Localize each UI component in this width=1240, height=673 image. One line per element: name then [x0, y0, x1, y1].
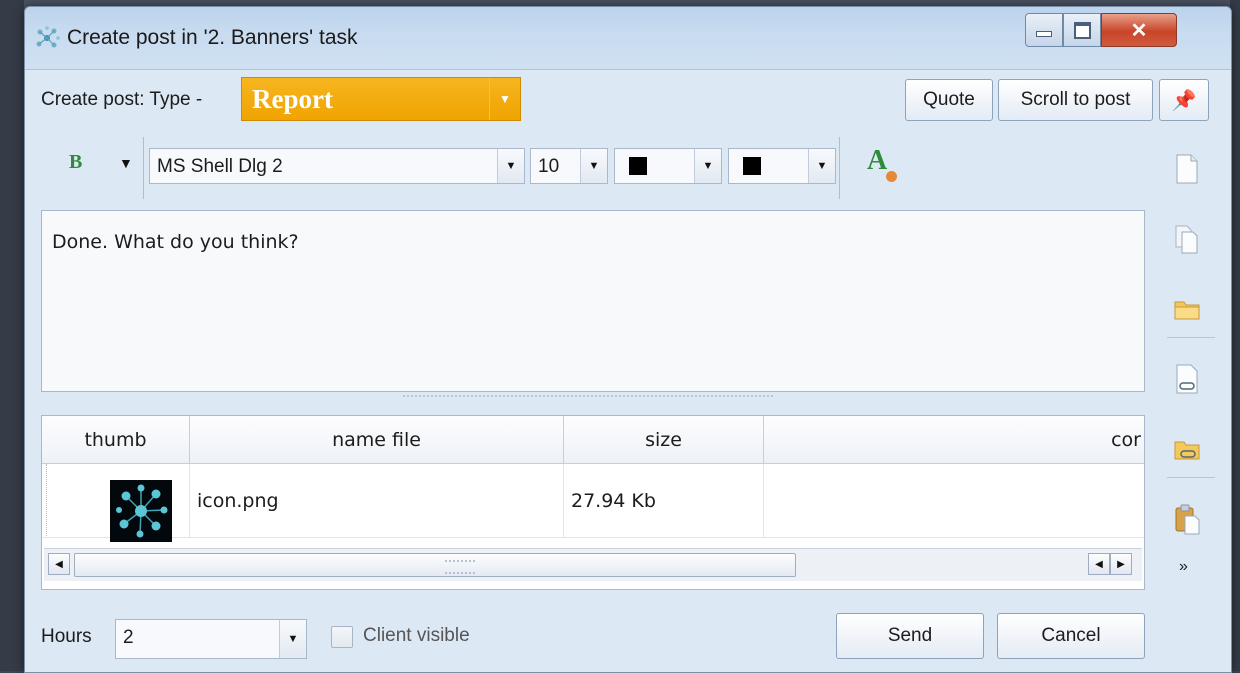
scrollbar-grip: [445, 560, 475, 574]
cancel-button[interactable]: Cancel: [997, 613, 1145, 659]
hours-input[interactable]: 2 ▼: [115, 619, 307, 659]
font-color-select[interactable]: ▼: [614, 148, 722, 184]
copy-icon[interactable]: [1173, 223, 1201, 255]
quote-button[interactable]: Quote: [905, 79, 993, 121]
pin-icon: 📌: [1171, 89, 1197, 112]
font-size-value: 10: [538, 156, 560, 177]
table-cell-name-file[interactable]: icon.png: [190, 464, 564, 538]
more-chevron-icon[interactable]: »: [1179, 558, 1188, 576]
title-bar[interactable]: Create post in '2. Banners' task ✕: [25, 7, 1231, 70]
desktop-background-left: [0, 0, 24, 671]
hours-value: 2: [123, 627, 134, 648]
side-toolbar-separator: [1167, 477, 1215, 478]
bold-dropdown-icon[interactable]: ▼: [119, 155, 133, 171]
minimize-button[interactable]: [1025, 13, 1063, 47]
font-name-select[interactable]: MS Shell Dlg 2 ▼: [149, 148, 525, 184]
scrollbar-thumb[interactable]: [74, 553, 796, 577]
chevron-down-icon: ▼: [808, 149, 835, 183]
attachments-table: thumb name file size cor icon.png 27.94 …: [41, 415, 1145, 590]
chevron-down-icon: ▼: [580, 149, 607, 183]
open-folder-icon[interactable]: [1173, 293, 1201, 325]
maximize-icon: [1073, 21, 1091, 39]
attach-link-icon[interactable]: [1173, 363, 1201, 395]
thumbnail-image: [110, 480, 172, 542]
chevron-down-icon: ▼: [497, 149, 524, 183]
app-logo-icon: [36, 26, 60, 48]
column-header-thumb[interactable]: thumb: [42, 416, 190, 464]
font-size-select[interactable]: 10 ▼: [530, 148, 608, 184]
font-style-dot: [886, 171, 897, 182]
toolbar-separator: [839, 137, 840, 199]
scroll-left-icon[interactable]: ◀: [1088, 553, 1110, 575]
font-name-value: MS Shell Dlg 2: [157, 156, 283, 177]
post-type-value: Report: [252, 84, 333, 114]
send-button[interactable]: Send: [836, 613, 984, 659]
close-button[interactable]: ✕: [1101, 13, 1177, 47]
folder-link-icon[interactable]: [1173, 433, 1201, 465]
column-header-comment[interactable]: cor: [764, 416, 1144, 464]
table-cell-comment[interactable]: [764, 464, 1144, 538]
table-cell-size[interactable]: 27.94 Kb: [564, 464, 764, 538]
font-style-icon[interactable]: A: [867, 145, 887, 177]
minimize-icon: [1036, 31, 1052, 37]
bold-button[interactable]: B: [69, 151, 82, 174]
highlight-color-swatch: [743, 157, 761, 175]
post-text-editor[interactable]: Done. What do you think?: [41, 210, 1145, 392]
paste-icon[interactable]: [1173, 503, 1201, 535]
highlight-color-select[interactable]: ▼: [728, 148, 836, 184]
toolbar-separator: [143, 137, 144, 199]
create-post-dialog: Create post in '2. Banners' task ✕ Creat…: [24, 6, 1232, 673]
post-type-select[interactable]: Report ▼: [241, 77, 521, 121]
chevron-down-icon: ▼: [279, 620, 306, 658]
side-toolbar-separator: [1167, 337, 1215, 338]
pin-button[interactable]: 📌: [1159, 79, 1209, 121]
column-header-size[interactable]: size: [564, 416, 764, 464]
client-visible-label: Client visible: [363, 625, 470, 646]
scroll-to-post-button[interactable]: Scroll to post: [998, 79, 1153, 121]
chevron-down-icon: ▼: [489, 78, 520, 120]
scroll-left-icon[interactable]: ◀: [48, 553, 70, 575]
client-visible-checkbox[interactable]: [331, 626, 353, 648]
close-icon: ✕: [1130, 19, 1148, 42]
horizontal-scrollbar[interactable]: ◀ ◀ ▶: [44, 548, 1142, 581]
hours-label: Hours: [41, 626, 92, 647]
post-type-label: Create post: Type -: [41, 89, 203, 110]
scroll-right-icon[interactable]: ▶: [1110, 553, 1132, 575]
font-color-swatch: [629, 157, 647, 175]
maximize-button[interactable]: [1063, 13, 1101, 47]
new-document-icon[interactable]: [1173, 153, 1201, 185]
window-title: Create post in '2. Banners' task: [67, 26, 358, 49]
splitter-grip[interactable]: [403, 395, 773, 401]
editor-text: Done. What do you think?: [52, 231, 299, 253]
chevron-down-icon: ▼: [694, 149, 721, 183]
column-header-name-file[interactable]: name file: [190, 416, 564, 464]
